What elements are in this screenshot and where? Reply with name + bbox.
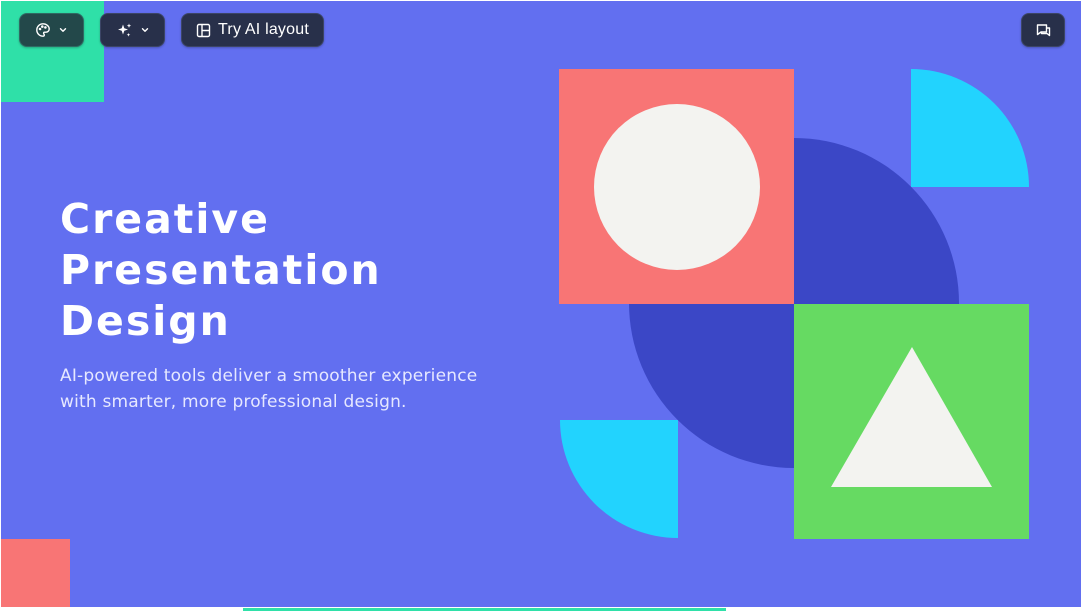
- chevron-down-icon: [140, 25, 150, 35]
- offwhite-circle: [594, 104, 760, 270]
- chevron-down-icon: [58, 25, 68, 35]
- slide-canvas[interactable]: Creative Presentation Design AI-powered …: [1, 1, 1081, 607]
- comment-icon: [1035, 22, 1052, 39]
- cyan-quarter-circle-bottom: [560, 420, 678, 538]
- try-ai-layout-label: Try AI layout: [218, 21, 309, 38]
- comments-button[interactable]: [1021, 13, 1065, 47]
- layout-icon: [196, 23, 211, 38]
- palette-icon: [35, 22, 51, 38]
- try-ai-layout-button[interactable]: Try AI layout: [181, 13, 324, 47]
- theme-button[interactable]: [19, 13, 84, 47]
- ai-magic-button[interactable]: [100, 13, 165, 47]
- geometric-artwork: [559, 69, 1029, 539]
- cyan-quarter-circle-top: [911, 69, 1029, 187]
- sparkle-icon: [116, 22, 133, 39]
